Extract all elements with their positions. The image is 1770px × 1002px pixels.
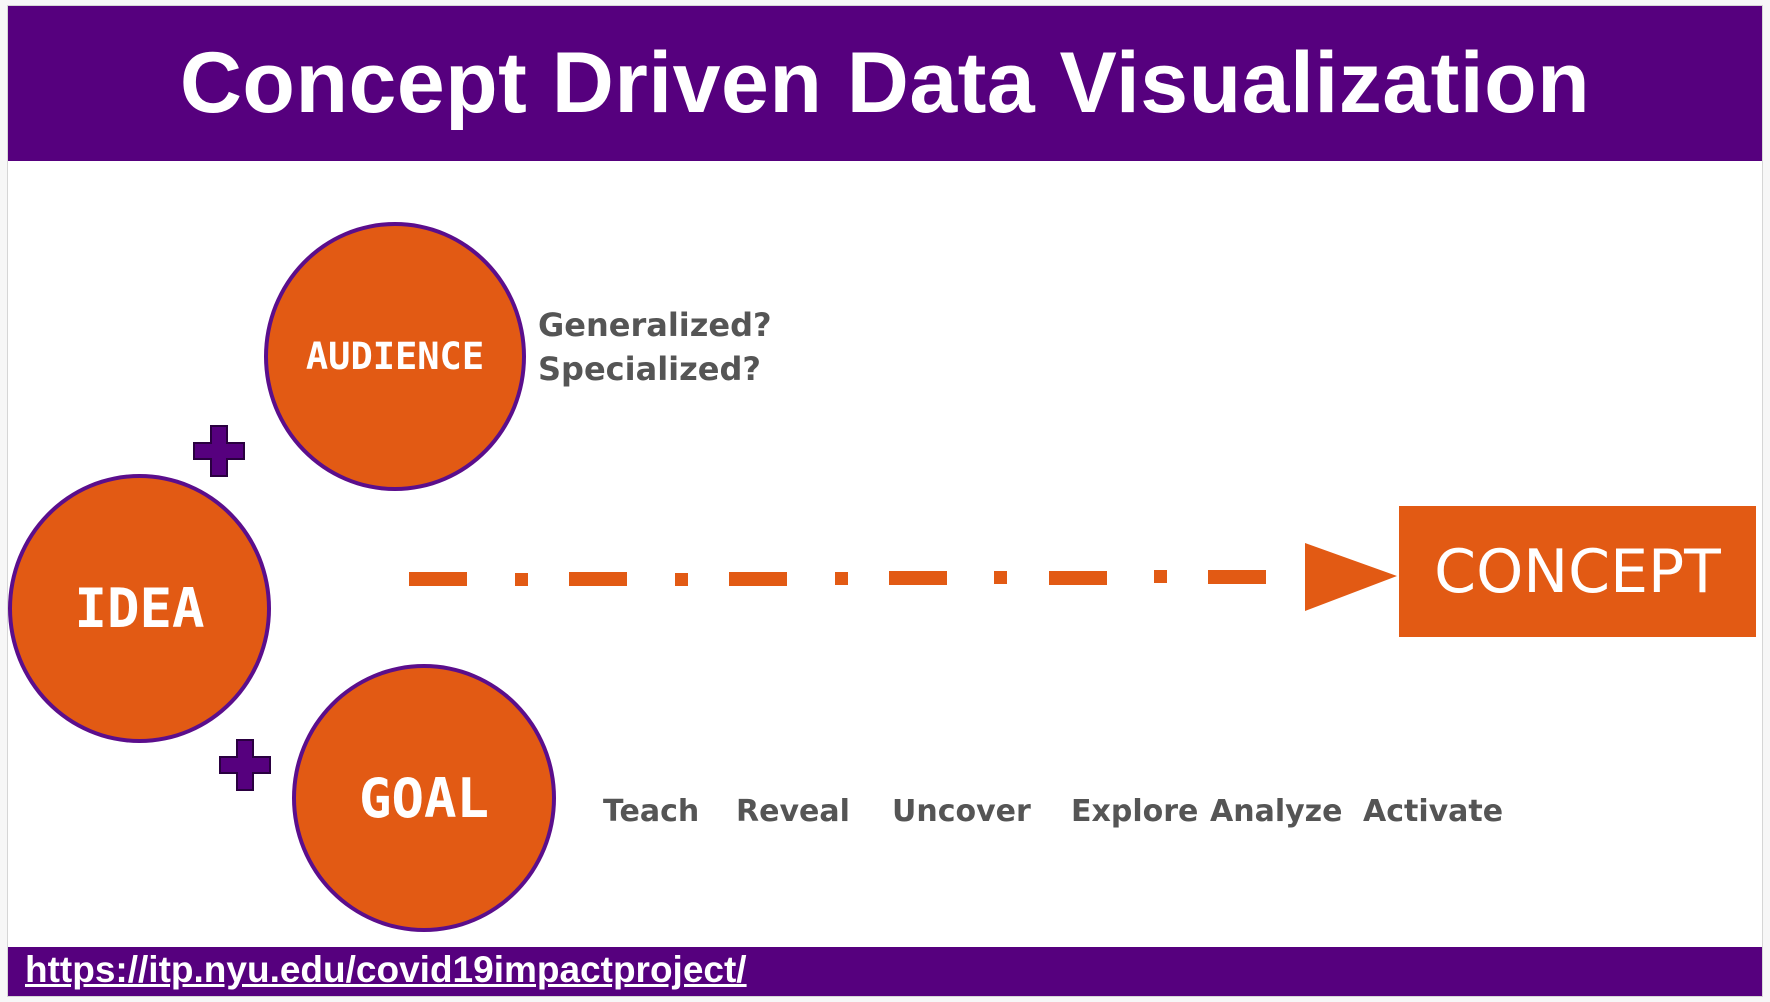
- project-url-link[interactable]: https://itp.nyu.edu/covid19impactproject…: [25, 949, 747, 991]
- footer-bar: https://itp.nyu.edu/covid19impactproject…: [8, 947, 1762, 996]
- goal-label: GOAL: [358, 766, 490, 830]
- slide: Concept Driven Data Visualization AUDIEN…: [7, 5, 1763, 997]
- title-bar: Concept Driven Data Visualization: [8, 6, 1762, 161]
- goal-type-uncover: Uncover: [892, 794, 1031, 829]
- goal-circle: GOAL: [292, 664, 556, 932]
- idea-circle: IDEA: [8, 474, 271, 743]
- audience-label: AUDIENCE: [305, 335, 485, 378]
- concept-box: CONCEPT: [1399, 506, 1756, 637]
- goal-type-activate: Activate: [1363, 794, 1504, 829]
- dash-dot-arrow: [409, 543, 1397, 611]
- goal-type-explore: Explore: [1071, 794, 1199, 829]
- page-title: Concept Driven Data Visualization: [179, 35, 1591, 131]
- audience-circle: AUDIENCE: [264, 222, 526, 491]
- goal-type-teach: Teach: [603, 794, 700, 829]
- idea-label: IDEA: [74, 577, 205, 640]
- plus-icon: [219, 739, 271, 791]
- goal-type-analyze: Analyze: [1210, 794, 1343, 829]
- plus-icon: [193, 425, 245, 477]
- audience-question-specialized: Specialized?: [538, 350, 761, 388]
- goal-type-reveal: Reveal: [736, 794, 850, 829]
- audience-question-generalized: Generalized?: [538, 306, 772, 344]
- concept-label: CONCEPT: [1434, 536, 1721, 607]
